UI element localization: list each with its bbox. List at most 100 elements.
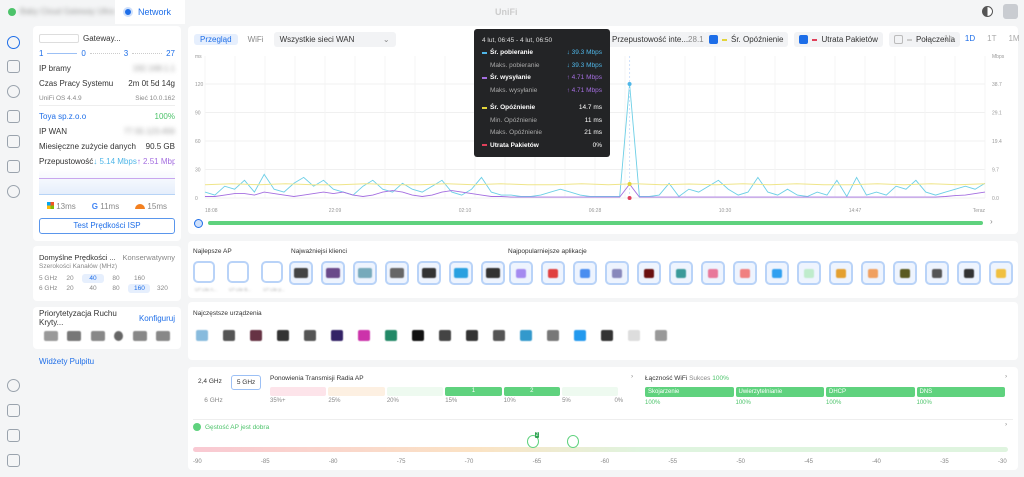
chevron-right-icon[interactable]: ›	[990, 217, 993, 226]
frequent-device-item[interactable]	[250, 330, 262, 341]
wifi-step[interactable]: DHCP 100%	[826, 387, 915, 406]
frequent-device-item[interactable]	[601, 330, 613, 341]
best-ap-item[interactable]: U7 Lite p...	[261, 261, 287, 292]
channel-width-option[interactable]: 160	[128, 283, 150, 293]
frequent-device-item[interactable]	[493, 330, 505, 341]
wifi-step[interactable]: DNS 100%	[916, 387, 1005, 406]
frequent-device-item[interactable]	[574, 330, 586, 341]
top-client-item[interactable]	[449, 261, 473, 285]
frequent-device-item[interactable]	[520, 330, 532, 341]
frequent-device-item[interactable]	[196, 330, 208, 341]
admins-icon[interactable]	[7, 454, 20, 467]
retrans-bucket[interactable]: 2	[503, 387, 561, 396]
wifi-step[interactable]: Skojarzenie 100%	[645, 387, 734, 406]
popular-app-item[interactable]	[797, 261, 821, 285]
band-tab[interactable]: 2,4 GHz	[193, 375, 227, 390]
retrans-bucket[interactable]: 1	[445, 387, 502, 396]
popular-app-item[interactable]	[701, 261, 725, 285]
top-client-item[interactable]	[289, 261, 313, 285]
alerts-icon[interactable]	[7, 429, 20, 442]
top-client-item[interactable]	[481, 261, 505, 285]
popular-app-item[interactable]	[573, 261, 597, 285]
avatar[interactable]	[1003, 4, 1018, 19]
best-ap-item[interactable]: U7 Lite A...	[193, 261, 219, 292]
popular-app-item[interactable]	[733, 261, 757, 285]
device-glyph-icon	[390, 268, 404, 278]
retrans-bucket[interactable]	[386, 387, 444, 396]
frequent-device-item[interactable]	[304, 330, 316, 341]
channel-width-option[interactable]: 80	[105, 284, 127, 293]
network-version[interactable]: Sieć 10.0.162	[135, 95, 175, 102]
band-tab[interactable]: 5 GHz	[230, 375, 262, 390]
retrans-bucket[interactable]	[328, 387, 385, 396]
channel-width-option[interactable]: 80	[105, 274, 127, 283]
retrans-bucket[interactable]	[562, 387, 619, 396]
top-client-item[interactable]	[385, 261, 409, 285]
configure-link[interactable]: Konfiguruj	[139, 314, 175, 323]
speed-test-button[interactable]: Test Prędkości ISP	[39, 218, 175, 234]
os-version[interactable]: UniFi OS 4.4.9	[39, 95, 82, 102]
console-selector[interactable]: Baby Cloud Gateway Ultra	[8, 7, 114, 16]
popular-app-item[interactable]	[957, 261, 981, 285]
dashboard-widgets-link[interactable]: Widżety Pulpitu	[39, 357, 94, 366]
channel-width-option[interactable]: 40	[82, 273, 104, 283]
band-6ghz[interactable]: 6 GHz	[196, 397, 231, 404]
marker-count-badge: 2	[534, 432, 540, 438]
tab-network[interactable]: Network	[115, 0, 185, 24]
frequent-device-item[interactable]	[439, 330, 451, 341]
system-log-icon[interactable]	[7, 404, 20, 417]
client-icon	[321, 261, 345, 285]
channel-width-option[interactable]: 40	[82, 284, 104, 293]
label-text: Maks. wysyłanie	[490, 86, 538, 94]
wifi-step[interactable]: Uwierzytelnianie 100%	[735, 387, 824, 406]
top-client-item[interactable]	[417, 261, 441, 285]
popular-app-item[interactable]	[541, 261, 565, 285]
frequent-device-item[interactable]	[385, 330, 397, 341]
frequent-device-item[interactable]	[628, 330, 640, 341]
best-ap-item[interactable]: U7 Lite B...	[227, 261, 253, 292]
popular-app-item[interactable]	[669, 261, 693, 285]
insights-icon[interactable]	[7, 160, 20, 173]
frequent-device-item[interactable]	[331, 330, 343, 341]
popular-app-item[interactable]	[765, 261, 789, 285]
frequent-device-item[interactable]	[547, 330, 559, 341]
popular-app-item[interactable]	[829, 261, 853, 285]
channel-width-option[interactable]: 320	[151, 284, 173, 293]
top-client-item[interactable]	[353, 261, 377, 285]
popular-app-item[interactable]	[925, 261, 949, 285]
frequent-device-item[interactable]	[223, 330, 235, 341]
popular-app-item[interactable]	[605, 261, 629, 285]
popular-app-item[interactable]	[893, 261, 917, 285]
gateway-name[interactable]: Gateway...	[79, 34, 175, 43]
popular-app-item[interactable]	[861, 261, 885, 285]
clients-icon[interactable]	[7, 110, 20, 123]
theme-icon[interactable]	[982, 6, 993, 17]
channel-width-option[interactable]: 20	[59, 274, 81, 283]
popular-app-item[interactable]	[509, 261, 533, 285]
frequent-device-item[interactable]	[655, 330, 667, 341]
radio-mode[interactable]: Konserwatywny	[122, 253, 175, 262]
isp-name[interactable]: Toya sp.z.o.o	[39, 112, 86, 121]
gateway-panel: Gateway... 1 0 3 27 IP bramy 192.168.1.1 …	[33, 26, 181, 241]
retrans-bucket[interactable]	[270, 387, 327, 396]
chevron-right-icon[interactable]: ›	[1005, 421, 1007, 428]
channel-width-option[interactable]: 20	[59, 284, 81, 293]
channel-width-option[interactable]: 160	[128, 274, 150, 283]
frequent-device-item[interactable]	[358, 330, 370, 341]
dashboard-icon[interactable]	[7, 36, 20, 49]
topology-icon[interactable]	[7, 60, 20, 73]
chevron-right-icon[interactable]: ›	[631, 373, 633, 380]
popular-app-item[interactable]	[637, 261, 661, 285]
ports-icon[interactable]	[7, 135, 20, 148]
security-icon[interactable]	[7, 185, 20, 198]
frequent-device-item[interactable]	[412, 330, 424, 341]
frequent-device-item[interactable]	[277, 330, 289, 341]
top-client-item[interactable]	[321, 261, 345, 285]
devices-icon[interactable]	[7, 85, 20, 98]
label-text: Maks. Opóźnienie	[490, 129, 543, 137]
chevron-right-icon[interactable]: ›	[1005, 373, 1007, 380]
band-label: 6 GHz	[39, 284, 58, 292]
frequent-device-item[interactable]	[466, 330, 478, 341]
popular-app-item[interactable]	[989, 261, 1013, 285]
settings-icon[interactable]	[7, 379, 20, 392]
